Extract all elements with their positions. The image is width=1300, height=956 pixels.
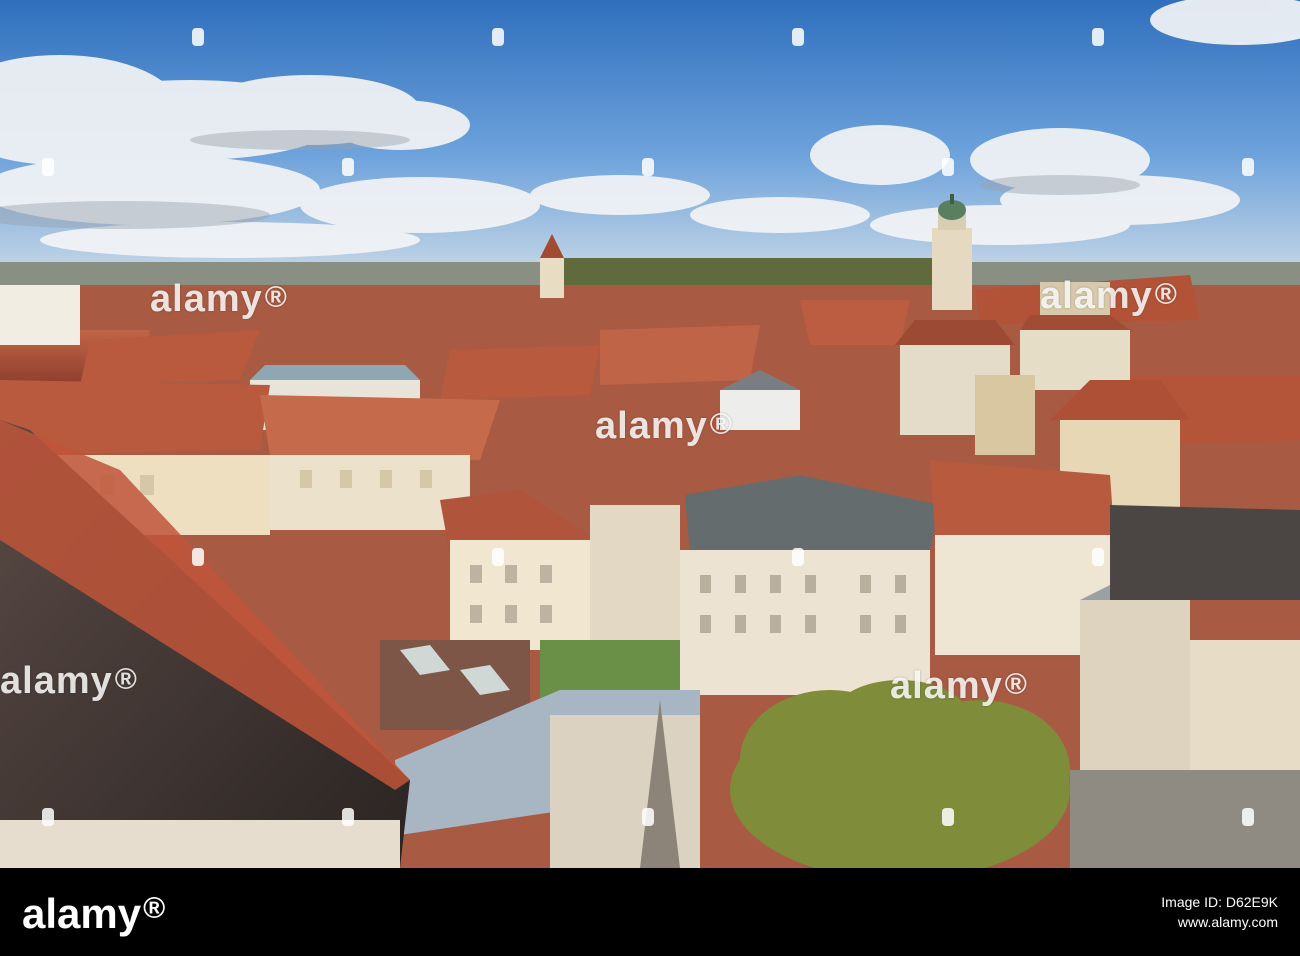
image-id: Image ID: D62E9K: [1161, 894, 1278, 910]
logo-symbol: ®: [143, 892, 166, 925]
watermark-alamy-top-right: alamy®: [1040, 275, 1178, 318]
watermark-dot: [1092, 548, 1104, 566]
watermark-text: alamy: [890, 665, 1003, 707]
alamy-logo[interactable]: alamy®: [22, 890, 165, 938]
watermark-symbol: ®: [1154, 278, 1178, 311]
watermark-text: alamy: [1040, 275, 1153, 317]
watermark-symbol: ®: [264, 281, 288, 314]
church-tower-right: [932, 194, 972, 310]
watermark-dot: [792, 28, 804, 46]
logo-text: alamy: [22, 890, 142, 937]
image-info: Image ID: D62E9K www.alamy.com: [1161, 892, 1278, 932]
watermark-text: alamy: [150, 278, 263, 320]
watermark-dot: [642, 158, 654, 176]
watermark-dot: [942, 158, 954, 176]
watermark-alamy-bottom-right: alamy®: [890, 665, 1028, 708]
watermark-dot: [1242, 158, 1254, 176]
photo-aerial-city-view: alamy® alamy® alamy® alamy® alamy®: [0, 0, 1300, 868]
distant-trees: [560, 258, 940, 288]
watermark-dot: [942, 808, 954, 826]
willow-tree: [730, 680, 1070, 868]
watermark-alamy-center: alamy®: [595, 405, 733, 448]
watermark-dot: [1242, 808, 1254, 826]
watermark-dot: [792, 548, 804, 566]
watermark-dot: [342, 158, 354, 176]
watermark-text: alamy: [0, 660, 113, 702]
watermark-dot: [1092, 28, 1104, 46]
watermark-dot: [342, 808, 354, 826]
street-right: [1070, 770, 1300, 868]
watermark-text: alamy: [595, 405, 708, 447]
foreground-facade: [0, 820, 400, 868]
lower-facade: [550, 715, 700, 868]
watermark-symbol: ®: [709, 408, 733, 441]
watermark-alamy: alamy®: [0, 660, 138, 703]
watermark-symbol: ®: [1004, 668, 1028, 701]
watermark-symbol: ®: [114, 663, 138, 696]
watermark-alamy-top-left: alamy®: [150, 278, 288, 321]
watermark-dot: [42, 808, 54, 826]
watermark-dot: [492, 28, 504, 46]
watermark-dot: [42, 158, 54, 176]
watermark-dot: [192, 28, 204, 46]
watermark-dot: [492, 548, 504, 566]
watermark-dot: [642, 808, 654, 826]
watermark-dot: [192, 548, 204, 566]
site-url[interactable]: www.alamy.com: [1161, 912, 1278, 932]
footer-bar: alamy® Image ID: D62E9K www.alamy.com: [0, 868, 1300, 956]
